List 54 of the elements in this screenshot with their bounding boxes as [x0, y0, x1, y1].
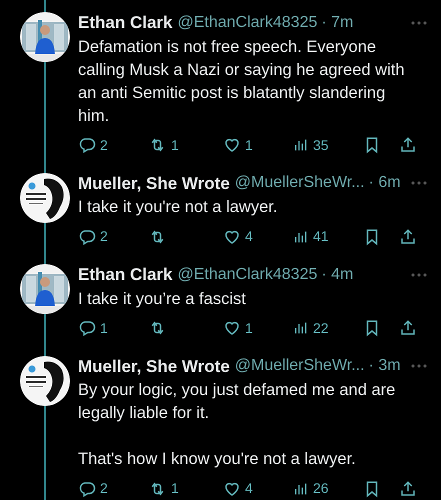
more-icon[interactable]	[411, 272, 427, 277]
bar-chart-icon	[293, 137, 309, 153]
author-handle[interactable]: @MuellerSheWr...	[234, 171, 365, 196]
views-button[interactable]: 26	[293, 478, 363, 499]
post-time: · 4m	[321, 264, 354, 285]
author-handle[interactable]: @MuellerSheWr...	[234, 354, 365, 378]
more-icon[interactable]	[411, 20, 427, 25]
post-text: That's how I know you're not a lawyer.	[78, 449, 357, 470]
author-name[interactable]: Mueller, She Wrote	[78, 170, 230, 196]
author-name[interactable]: Mueller, She Wrote	[78, 354, 230, 379]
heart-icon	[223, 319, 241, 337]
repost-button[interactable]: 1	[148, 134, 223, 156]
bar-chart-icon	[293, 320, 309, 336]
share-button[interactable]	[399, 319, 417, 337]
like-button[interactable]: 4	[223, 226, 293, 247]
views-button[interactable]: 41	[293, 226, 363, 247]
post-time: · 6m	[368, 173, 401, 194]
speech-bubble-icon	[78, 228, 96, 246]
author-name[interactable]: Ethan Clark	[78, 262, 172, 288]
reply-button[interactable]: 2	[78, 134, 148, 156]
thread-line	[44, 0, 46, 12]
post-text: Defamation is not free speech. Everyone calling Musk a Nazi or saying he agreed with an anti Semitic post is blatantly slandering him.	[78, 36, 406, 126]
reply-button[interactable]: 2	[78, 226, 148, 247]
share-icon	[399, 228, 417, 246]
author-handle[interactable]: @EthanClark48325	[177, 10, 318, 35]
share-icon	[399, 319, 417, 337]
reply-button[interactable]: 2	[78, 478, 148, 499]
post-text: By your logic, you just defamed me and are legally liable for it.	[78, 380, 396, 424]
post-time: · 3m	[368, 356, 401, 376]
post-text: I take it you're not a lawyer.	[78, 197, 278, 218]
post-time: · 7m	[321, 12, 354, 33]
share-button[interactable]	[399, 480, 417, 498]
post-text: I take it you’re a fascist	[78, 288, 247, 310]
speech-bubble-icon	[78, 136, 96, 154]
bar-chart-icon	[293, 480, 309, 496]
share-button[interactable]	[399, 136, 417, 154]
like-button[interactable]: 1	[223, 318, 293, 338]
bar-chart-icon	[293, 228, 309, 244]
share-icon	[399, 480, 417, 498]
like-button[interactable]: 4	[223, 478, 293, 499]
speech-bubble-icon	[78, 319, 96, 337]
author-name[interactable]: Ethan Clark	[78, 10, 172, 36]
heart-icon	[223, 136, 241, 154]
share-icon	[399, 136, 417, 154]
share-button[interactable]	[399, 228, 417, 246]
speech-bubble-icon	[78, 480, 96, 498]
like-button[interactable]: 1	[223, 134, 293, 156]
repost-button[interactable]: 1	[148, 478, 223, 499]
reply-button[interactable]: 1	[78, 318, 148, 338]
more-icon[interactable]	[411, 364, 427, 368]
views-button[interactable]: 22	[293, 318, 363, 338]
views-button[interactable]: 35	[293, 134, 363, 156]
more-icon[interactable]	[411, 181, 427, 186]
author-handle[interactable]: @EthanClark48325	[177, 262, 318, 287]
